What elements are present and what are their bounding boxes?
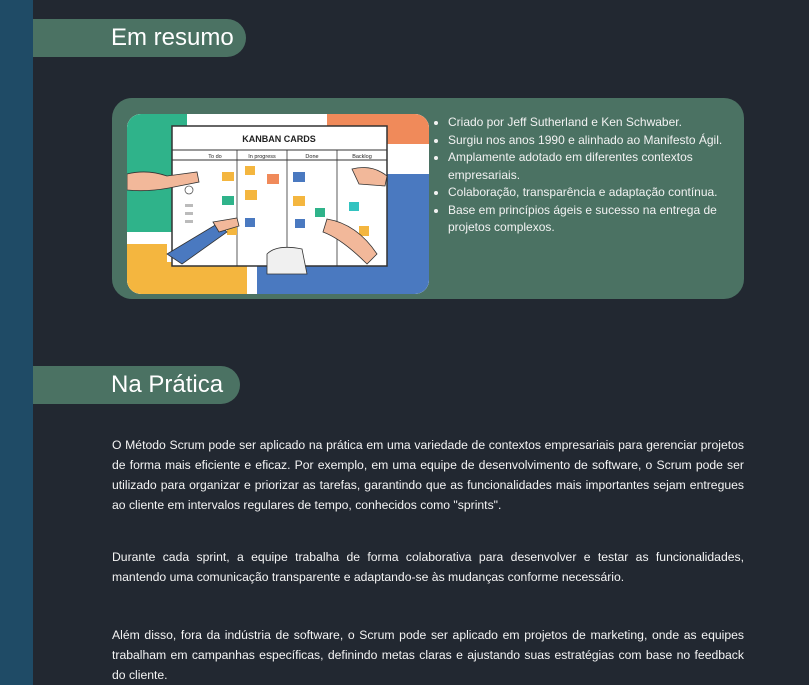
section-heading-practice: Na Prática [33, 366, 240, 404]
kanban-col-inprogress: In progress [248, 154, 276, 160]
summary-bullet: Base em princípios ágeis e sucesso na en… [448, 202, 748, 237]
kanban-illustration: KANBAN CARDS To do In progress Done Back… [127, 114, 429, 294]
section-heading-summary: Em resumo [33, 19, 246, 57]
summary-bullet: Colaboração, transparência e adaptação c… [448, 184, 748, 202]
practice-paragraph: Além disso, fora da indústria de softwar… [112, 628, 744, 682]
kanban-col-done: Done [305, 154, 318, 160]
summary-card: KANBAN CARDS To do In progress Done Back… [112, 98, 744, 299]
practice-paragraph: Durante cada sprint, a equipe trabalha d… [112, 550, 744, 584]
left-sidebar-stripe [0, 0, 33, 685]
summary-bullet: Amplamente adotado em diferentes context… [448, 149, 748, 184]
summary-bullet: Criado por Jeff Sutherland e Ken Schwabe… [448, 114, 748, 132]
kanban-col-todo: To do [208, 154, 221, 160]
kanban-col-backlog: Backlog [352, 154, 372, 160]
summary-bullet-list: Criado por Jeff Sutherland e Ken Schwabe… [432, 114, 748, 237]
practice-paragraph: O Método Scrum pode ser aplicado na prát… [112, 438, 744, 512]
kanban-title: KANBAN CARDS [242, 134, 316, 144]
summary-bullet: Surgiu nos anos 1990 e alinhado ao Manif… [448, 132, 748, 150]
